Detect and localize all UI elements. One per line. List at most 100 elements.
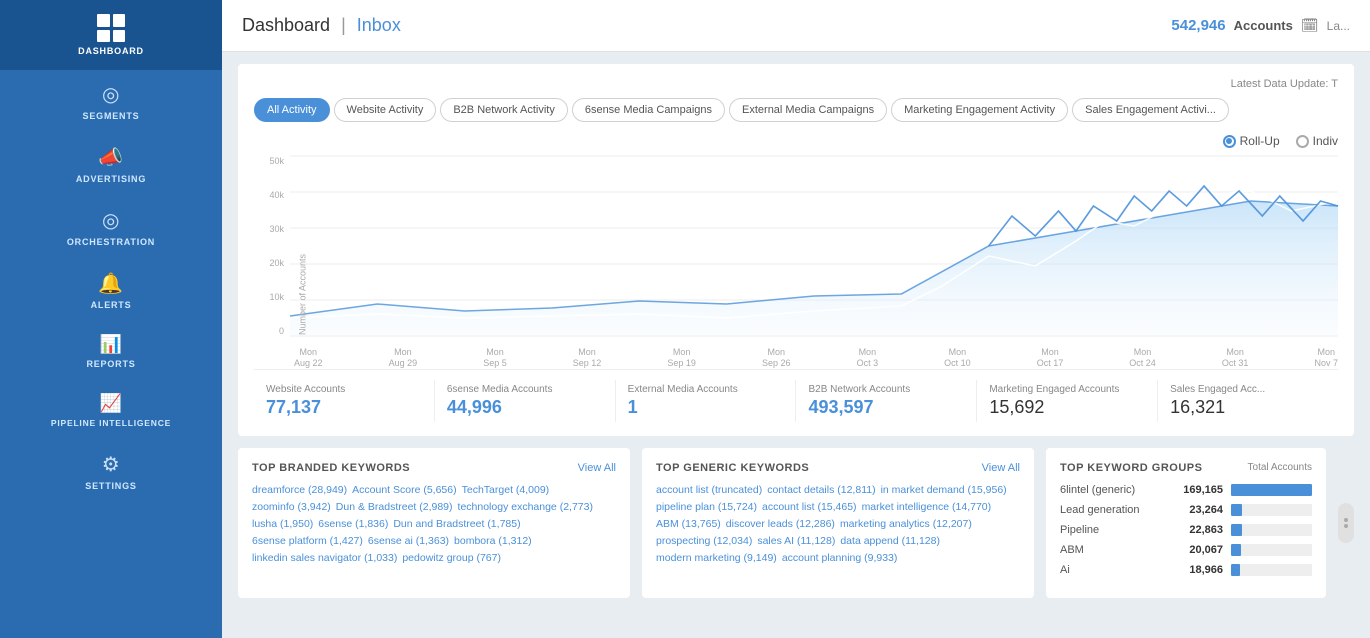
sidebar: Dashboard ◎ Segments 📣 Advertising ◎ Orc… [0,0,222,638]
tab-6sense-media[interactable]: 6sense Media Campaigns [572,98,725,122]
gkw-modern-marketing[interactable]: modern marketing (9,149) [656,552,777,564]
gkw-contact-details[interactable]: contact details (12,811) [767,484,875,496]
kw-bombora[interactable]: bombora (1,312) [454,535,532,547]
x-label-oct3: MonOct 3 [857,347,879,369]
individual-radio[interactable] [1296,135,1309,148]
gkw-marketing-analytics[interactable]: marketing analytics (12,207) [840,518,972,530]
gkw-abm[interactable]: ABM (13,765) [656,518,721,530]
keyword-groups-header: TOP KEYWORD GROUPS Total Accounts [1060,462,1312,474]
sidebar-item-dashboard[interactable]: Dashboard [0,0,222,70]
branded-keyword-tags: dreamforce (28,949) Account Score (5,656… [252,484,616,564]
branded-keywords-panel: TOP BRANDED KEYWORDS View All dreamforce… [238,448,630,598]
bottom-section: TOP BRANDED KEYWORDS View All dreamforce… [238,448,1354,598]
x-axis-labels: MonAug 22 MonAug 29 MonSep 5 MonSep 12 M… [294,347,1338,369]
group-count: 169,165 [1178,484,1223,496]
group-bar-container [1231,524,1312,536]
gkw-data-append[interactable]: data append (11,128) [840,535,940,547]
rollup-label: Roll-Up [1240,134,1280,148]
group-bar-container [1231,484,1312,496]
group-count: 20,067 [1178,544,1223,556]
tab-external-media[interactable]: External Media Campaigns [729,98,887,122]
title-text: Dashboard [242,15,330,35]
kw-lusha[interactable]: lusha (1,950) [252,518,313,530]
calendar-icon[interactable]: 🗓 [1301,17,1319,34]
x-label-sep26: MonSep 26 [762,347,791,369]
gkw-pipeline-plan[interactable]: pipeline plan (15,724) [656,501,757,513]
sidebar-item-advertising[interactable]: 📣 Advertising [0,133,222,196]
y-label-0: 0 [279,326,284,336]
gkw-account-list-trunc[interactable]: account list (truncated) [656,484,762,496]
kw-6sense-ai[interactable]: 6sense ai (1,363) [368,535,449,547]
x-label-oct24: MonOct 24 [1129,347,1156,369]
metrics-row: Website Accounts 77,137 6sense Media Acc… [254,369,1338,422]
kw-dun-and-bradstreet[interactable]: Dun and Bradstreet (1,785) [393,518,520,530]
gkw-prospecting[interactable]: prospecting (12,034) [656,535,752,547]
group-row-abm: ABM 20,067 [1060,544,1312,556]
tab-marketing[interactable]: Marketing Engagement Activity [891,98,1068,122]
branded-view-all[interactable]: View All [578,462,616,474]
activity-tabs: All Activity Website Activity B2B Networ… [254,98,1338,122]
kw-6sense[interactable]: 6sense (1,836) [318,518,388,530]
group-row-lead-gen: Lead generation 23,264 [1060,504,1312,516]
sidebar-item-settings[interactable]: ⚙ Settings [0,440,222,503]
metric-b2b: B2B Network Accounts 493,597 [796,380,977,422]
sidebar-item-alerts[interactable]: 🔔 Alerts [0,259,222,322]
generic-view-all[interactable]: View All [982,462,1020,474]
x-label-aug29: MonAug 29 [389,347,418,369]
sidebar-item-segments[interactable]: ◎ Segments [0,70,222,133]
kw-zoominfo[interactable]: zoominfo (3,942) [252,501,331,513]
kw-account-score[interactable]: Account Score (5,656) [352,484,456,496]
gkw-discover-leads[interactable]: discover leads (12,286) [726,518,835,530]
metric-sales: Sales Engaged Acc... 16,321 [1158,380,1338,422]
gkw-in-market[interactable]: in market demand (15,956) [881,484,1007,496]
metric-website-value: 77,137 [266,397,422,418]
y-label-40k: 40k [269,190,284,200]
group-bar-container [1231,564,1312,576]
y-label-30k: 30k [269,224,284,234]
kw-techtarget[interactable]: TechTarget (4,009) [462,484,550,496]
segments-icon: ◎ [102,82,120,107]
group-count: 22,863 [1178,524,1223,536]
rollup-option[interactable]: Roll-Up [1223,134,1280,148]
kw-dun-bradstreet[interactable]: Dun & Bradstreet (2,989) [336,501,453,513]
individual-label: Indiv [1313,134,1338,148]
branded-keywords-header: TOP BRANDED KEYWORDS View All [252,462,616,474]
accounts-label: Accounts [1234,18,1293,33]
sidebar-item-pipeline-intelligence[interactable]: 📈 Pipeline Intelligence [0,381,222,440]
header-right: 542,946 Accounts 🗓 La... [1171,17,1350,34]
title-separator: | [341,15,346,35]
group-bar-container [1231,504,1312,516]
kw-6sense-platform[interactable]: 6sense platform (1,427) [252,535,363,547]
rollup-controls: Roll-Up Indiv [254,134,1338,148]
scroll-handle[interactable] [1338,503,1354,543]
gkw-account-planning[interactable]: account planning (9,933) [782,552,898,564]
kw-pedowitz[interactable]: pedowitz group (767) [402,552,501,564]
gkw-market-intel[interactable]: market intelligence (14,770) [862,501,992,513]
x-label-sep5: MonSep 5 [483,347,507,369]
sidebar-item-reports[interactable]: 📊 Reports [0,322,222,381]
sidebar-item-label: Settings [85,481,136,491]
gkw-sales-ai[interactable]: sales AI (11,128) [757,535,835,547]
generic-keyword-tags: account list (truncated) contact details… [656,484,1020,564]
metric-external-value: 1 [628,397,784,418]
metric-b2b-value: 493,597 [808,397,964,418]
group-bar [1231,564,1240,576]
individual-option[interactable]: Indiv [1296,134,1338,148]
tab-sales[interactable]: Sales Engagement Activi... [1072,98,1229,122]
tab-website-activity[interactable]: Website Activity [334,98,437,122]
sidebar-item-label: Pipeline Intelligence [47,418,175,428]
kw-dreamforce[interactable]: dreamforce (28,949) [252,484,347,496]
group-row-pipeline: Pipeline 22,863 [1060,524,1312,536]
page-title: Dashboard | Inbox [242,15,401,36]
advertising-icon: 📣 [98,145,123,170]
total-accounts-label: Total Accounts [1248,462,1312,473]
metric-website: Website Accounts 77,137 [254,380,435,422]
tab-b2b-network[interactable]: B2B Network Activity [440,98,567,122]
kw-linkedin[interactable]: linkedin sales navigator (1,033) [252,552,397,564]
rollup-radio[interactable] [1223,135,1236,148]
group-name: ABM [1060,544,1170,556]
gkw-account-list[interactable]: account list (15,465) [762,501,857,513]
kw-tech-exchange[interactable]: technology exchange (2,773) [458,501,593,513]
sidebar-item-orchestration[interactable]: ◎ Orchestration [0,196,222,259]
tab-all-activity[interactable]: All Activity [254,98,330,122]
